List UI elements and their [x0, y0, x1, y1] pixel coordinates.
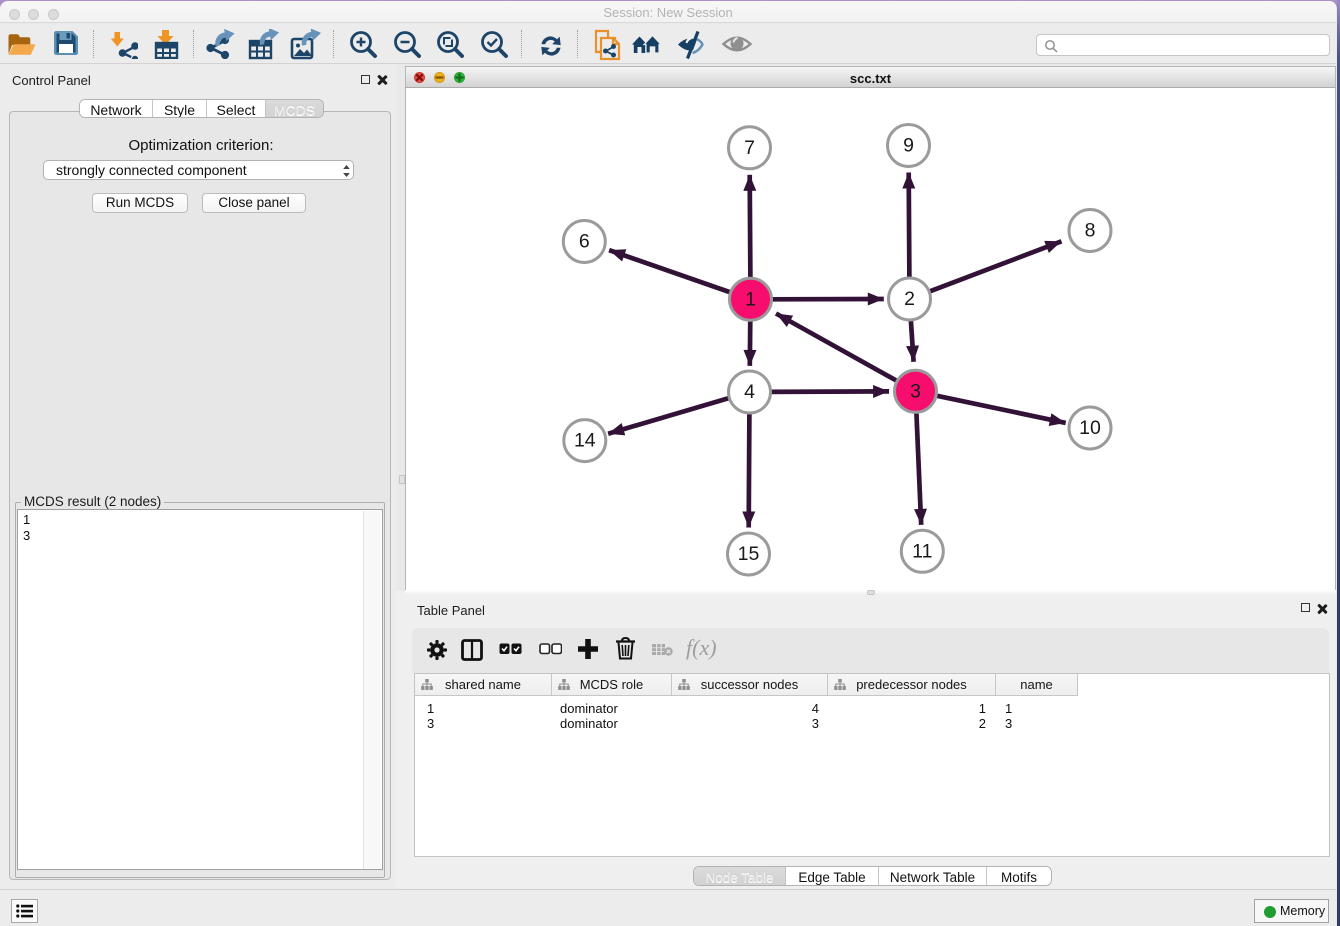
svg-text:15: 15	[738, 543, 760, 565]
svg-text:6: 6	[579, 231, 590, 253]
svg-text:4: 4	[744, 381, 755, 403]
svg-text:1: 1	[745, 288, 756, 310]
svg-text:9: 9	[903, 135, 914, 157]
svg-text:8: 8	[1085, 220, 1096, 242]
svg-text:2: 2	[904, 288, 915, 310]
svg-text:11: 11	[912, 540, 932, 562]
svg-text:14: 14	[574, 430, 596, 452]
svg-text:3: 3	[910, 380, 921, 402]
svg-text:10: 10	[1079, 417, 1101, 439]
svg-text:7: 7	[744, 137, 755, 159]
